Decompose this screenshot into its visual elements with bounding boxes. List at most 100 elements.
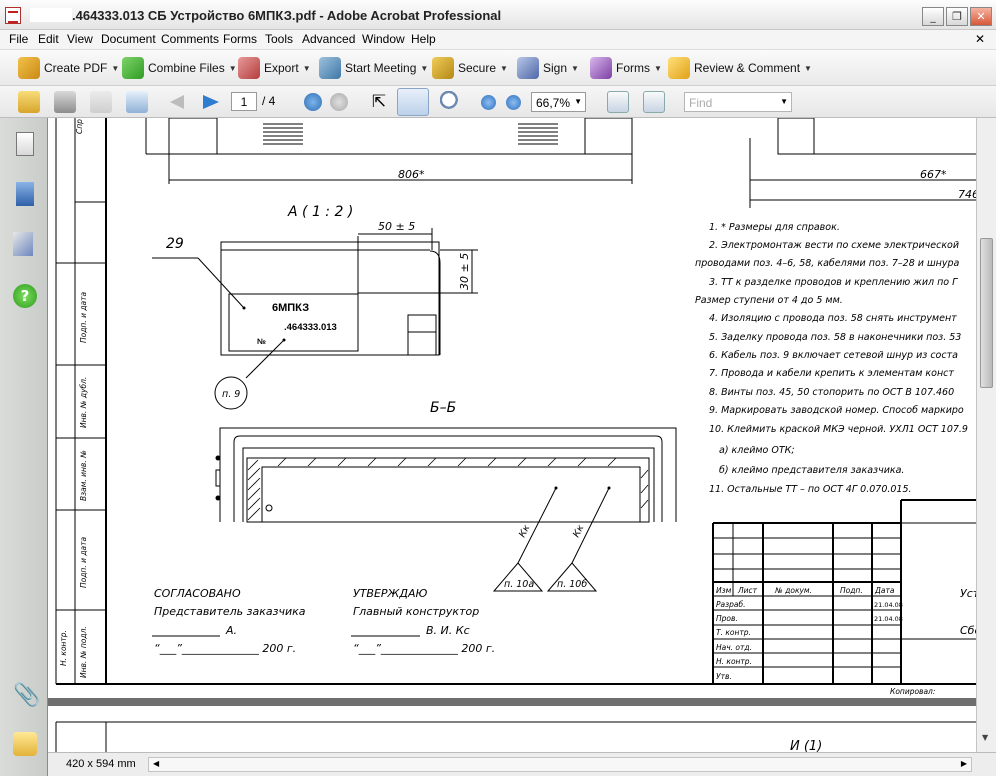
- note-line: б) клеймо представителя заказчика.: [719, 465, 904, 476]
- page-gap: [48, 698, 976, 706]
- side-label-sign-date-2: Подп. и дата: [79, 537, 88, 588]
- scroll-left-arrow-icon[interactable]: ◀: [153, 759, 159, 768]
- ref-p10b: п. 10б: [557, 579, 587, 590]
- view-a-title: А ( 1 : 2 ): [287, 204, 353, 220]
- document-close-button[interactable]: ✕: [975, 32, 985, 46]
- approval-right-role: Главный конструктор: [353, 605, 479, 618]
- forms-button[interactable]: Forms ▼: [590, 57, 662, 79]
- fit-page-icon[interactable]: [643, 91, 665, 113]
- meeting-icon: [319, 57, 341, 79]
- note-line: а) клеймо ОТК;: [719, 445, 795, 456]
- plate-number-sign: №: [257, 337, 266, 346]
- copied-label: Копировал:: [890, 687, 935, 696]
- horizontal-scrollbar[interactable]: ◀ ▶: [148, 757, 972, 772]
- side-label-vzam-inv: Взам. инв. №: [79, 450, 88, 501]
- combine-files-icon: [122, 57, 144, 79]
- comments-panel-icon[interactable]: [13, 732, 37, 756]
- menu-comments[interactable]: Comments: [161, 32, 219, 46]
- stamp-header-doc: № докум.: [774, 586, 812, 595]
- dimension-806: 806*: [398, 168, 425, 181]
- close-button[interactable]: ✕: [970, 7, 992, 26]
- ref-p9: п. 9: [222, 389, 240, 400]
- stamp-row-razrab: Разраб.: [716, 600, 745, 609]
- pages-panel-icon[interactable]: [16, 132, 34, 156]
- task-toolbar: Create PDF ▼ Combine Files ▼ Export ▼ Start…: [0, 49, 996, 86]
- stamp-row-prov: Пров.: [716, 614, 738, 623]
- hand-tool-icon[interactable]: [397, 88, 429, 116]
- review-comment-button[interactable]: Review & Comment ▼: [668, 57, 812, 79]
- bookmarks-panel-icon[interactable]: [16, 182, 34, 206]
- main-view-fragment: 806* 667* 746: [145, 118, 976, 208]
- dimension-667: 667*: [920, 168, 947, 181]
- secure-button[interactable]: Secure ▼: [432, 57, 508, 79]
- previous-page-icon[interactable]: [170, 95, 184, 109]
- document-page: Спр Подп. и дата Инв. № дубл. Взам. инв.…: [48, 118, 976, 706]
- zoom-in-icon[interactable]: [506, 95, 521, 110]
- window-title: .464333.013 СБ Устройство 6МПКЗ.pdf - Ad…: [72, 8, 502, 23]
- vertical-scrollbar[interactable]: ▼: [976, 118, 996, 752]
- note-line: 10. Клеймить краской МКЭ черной. УХЛ1 ОС…: [709, 424, 968, 435]
- lock-icon: [432, 57, 454, 79]
- restore-button[interactable]: ❐: [946, 7, 968, 26]
- stamp-product-name: Уст: [960, 587, 976, 600]
- note-line: 1. * Размеры для справок.: [709, 222, 840, 233]
- save-icon[interactable]: [90, 91, 112, 113]
- zoom-select[interactable]: 66,7% ▼: [531, 92, 586, 112]
- menu-document[interactable]: Document: [101, 32, 156, 46]
- page-number-input[interactable]: [231, 92, 257, 111]
- menu-window[interactable]: Window: [362, 32, 405, 46]
- stamp-header-sign: Подп.: [840, 586, 863, 595]
- scroll-right-arrow-icon[interactable]: ▶: [961, 759, 967, 768]
- chevron-down-icon: ▼: [574, 97, 582, 106]
- note-line: 5. Заделку провода поз. 58 в наконечники…: [709, 332, 961, 343]
- approval-right-signer: В. И. Кс: [426, 624, 470, 637]
- create-pdf-button[interactable]: Create PDF ▼: [18, 57, 119, 79]
- approval-right-date: “___”______________ 200 г.: [353, 642, 495, 655]
- menu-edit[interactable]: Edit: [38, 32, 59, 46]
- menu-forms[interactable]: Forms: [223, 32, 257, 46]
- redacted-region: [30, 8, 72, 22]
- print-icon[interactable]: [54, 91, 76, 113]
- scroll-down-arrow-icon[interactable]: ▼: [982, 733, 988, 742]
- section-title: Б–Б: [430, 400, 456, 416]
- side-label-spr: Спр: [75, 119, 84, 134]
- menu-help[interactable]: Help: [411, 32, 436, 46]
- combine-files-button[interactable]: Combine Files ▼: [122, 57, 237, 79]
- export-button[interactable]: Export ▼: [238, 57, 311, 79]
- signatures-panel-icon[interactable]: [13, 232, 33, 256]
- navigation-pane: ? 📎: [0, 118, 48, 776]
- menu-advanced[interactable]: Advanced: [302, 32, 355, 46]
- help-icon[interactable]: ?: [13, 284, 37, 308]
- previous-view-icon[interactable]: [304, 93, 322, 111]
- start-meeting-button[interactable]: Start Meeting ▼: [319, 57, 428, 79]
- menu-view[interactable]: View: [67, 32, 93, 46]
- side-label-inv-podl: Инв. № подл.: [79, 626, 88, 678]
- scrollbar-thumb[interactable]: [980, 238, 993, 388]
- title-bar: .464333.013 СБ Устройство 6МПКЗ.pdf - Ad…: [0, 0, 996, 30]
- email-icon[interactable]: [126, 91, 148, 113]
- sign-button[interactable]: Sign ▼: [517, 57, 579, 79]
- next-view-icon[interactable]: [330, 93, 348, 111]
- approval-left-signer: А.: [225, 624, 237, 637]
- document-page-2: И (1): [48, 706, 976, 752]
- attachments-paperclip-icon[interactable]: 📎: [13, 684, 40, 708]
- page-size-label: 420 x 594 mm: [66, 758, 136, 770]
- find-dropdown-icon[interactable]: ▼: [780, 97, 788, 106]
- view-a: А ( 1 : 2 ) 50 ± 5 30 ± 5 29 6МПКЗ .4643…: [152, 204, 478, 410]
- pdf-file-icon: [5, 7, 21, 24]
- navigation-toolbar: / 4 ⇱ 66,7% ▼ Find ▼: [0, 86, 996, 118]
- zoom-marquee-icon[interactable]: [440, 91, 462, 113]
- minimize-button[interactable]: _: [922, 7, 944, 26]
- next-page-icon[interactable]: [203, 95, 219, 109]
- side-label-n-kontr: Н. контр.: [59, 630, 68, 666]
- stamp-header-izm: Изм: [716, 586, 732, 595]
- stamp-product-type: Сбо: [960, 624, 976, 637]
- find-box[interactable]: Find ▼: [684, 92, 792, 112]
- menu-tools[interactable]: Tools: [265, 32, 293, 46]
- fit-width-icon[interactable]: [607, 91, 629, 113]
- menu-file[interactable]: File: [9, 32, 28, 46]
- note-line: 8. Винты поз. 45, 50 стопорить по ОСТ В …: [709, 387, 954, 398]
- open-folder-icon[interactable]: [18, 91, 40, 113]
- select-cursor-icon[interactable]: ⇱: [368, 91, 390, 113]
- zoom-out-icon[interactable]: [481, 95, 496, 110]
